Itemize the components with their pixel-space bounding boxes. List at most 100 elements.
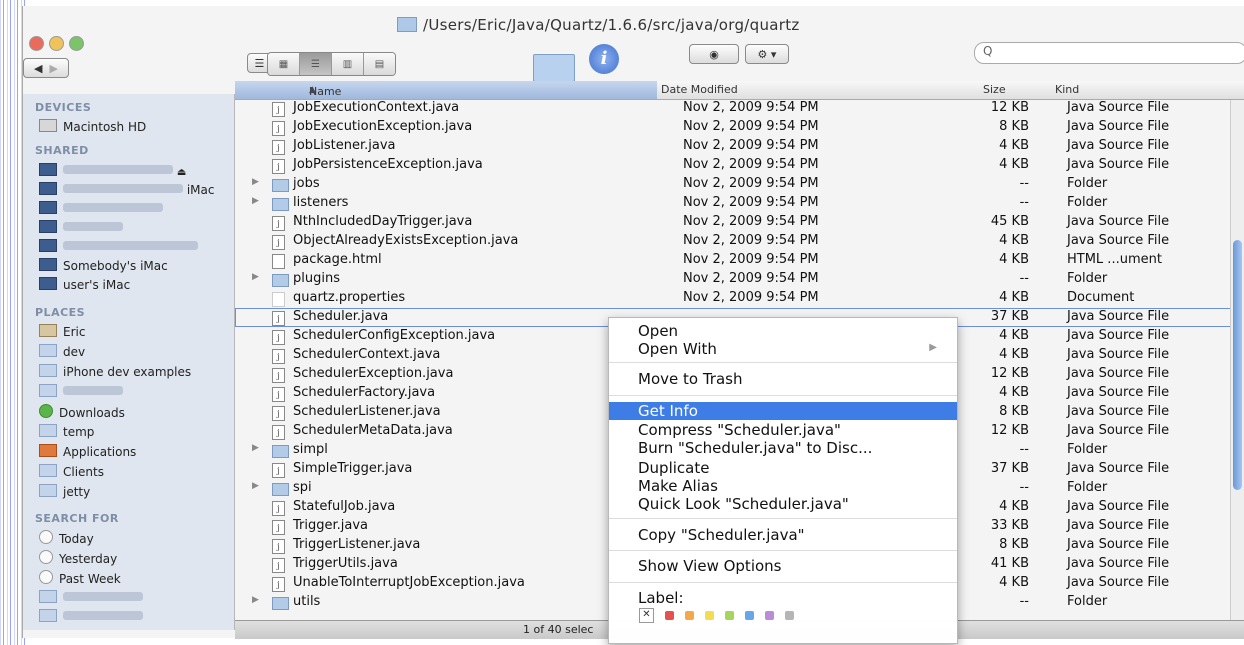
label-color-swatch[interactable] — [765, 611, 774, 620]
sidebar-item-applications[interactable]: Applications — [39, 444, 136, 459]
disclosure-triangle-icon[interactable]: ▶ — [252, 443, 259, 453]
context-menu: Open Open With ▶ Move to Trash Get Info C… — [608, 317, 958, 644]
sidebar-item-shared-3[interactable] — [39, 201, 163, 216]
menu-item-get-info[interactable]: Get Info — [609, 402, 957, 420]
file-size: 4 KB — [999, 575, 1029, 590]
search-field[interactable]: Q — [974, 42, 1244, 64]
java-file-icon: j — [272, 330, 285, 345]
menu-item-show-view-options[interactable]: Show View Options — [609, 557, 957, 575]
new-folder-icon[interactable] — [533, 54, 575, 82]
sidebar-item-macintosh-hd[interactable]: Macintosh HD — [39, 119, 146, 134]
disclosure-triangle-icon[interactable]: ▶ — [252, 481, 259, 491]
file-row[interactable]: j JobPersistenceException.java Nov 2, 2009… — [235, 156, 1244, 175]
sidebar-item-search-blurred-2[interactable] — [39, 609, 143, 624]
forward-arrow-icon[interactable]: ▶ — [50, 62, 58, 75]
file-row[interactable]: j JobExecutionContext.java Nov 2, 2009 9:5… — [235, 100, 1244, 118]
status-text: 1 of 40 selec — [523, 623, 594, 636]
column-header-kind[interactable]: Kind — [1055, 83, 1079, 96]
sidebar-item-today[interactable]: Today — [39, 530, 94, 546]
sidebar-item-blurred[interactable] — [39, 384, 123, 399]
disclosure-triangle-icon[interactable]: ▶ — [252, 177, 259, 187]
disclosure-triangle-icon[interactable]: ▶ — [252, 196, 259, 206]
file-size: 12 KB — [990, 100, 1029, 115]
file-size: 4 KB — [999, 252, 1029, 267]
file-name: ObjectAlreadyExistsException.java — [293, 233, 519, 248]
coverflow-view-icon[interactable]: ▤ — [364, 53, 395, 75]
label-color-swatch[interactable] — [785, 611, 794, 620]
menu-item-move-to-trash[interactable]: Move to Trash — [609, 370, 957, 388]
sidebar-item-temp[interactable]: temp — [39, 424, 94, 439]
column-header-size[interactable]: Size — [983, 83, 1006, 96]
sidebar-item-shared-4[interactable] — [39, 220, 123, 235]
label-color-swatch[interactable] — [725, 611, 734, 620]
file-date: Nov 2, 2009 9:54 PM — [683, 252, 819, 267]
file-row[interactable]: j JobListener.java Nov 2, 2009 9:54 PM 4 KB… — [235, 137, 1244, 156]
back-arrow-icon[interactable]: ◀ — [34, 62, 42, 75]
label-color-swatch[interactable] — [685, 611, 694, 620]
file-date: Nov 2, 2009 9:54 PM — [683, 290, 819, 305]
label-color-swatch[interactable] — [745, 611, 754, 620]
minimize-button[interactable] — [49, 36, 64, 51]
menu-item-open[interactable]: Open — [609, 322, 957, 340]
search-icon: Q — [983, 44, 993, 58]
icon-view-icon[interactable]: ▦ — [268, 53, 300, 75]
back-forward-buttons[interactable]: ◀ ▶ — [23, 58, 69, 78]
file-row[interactable]: j JobExecutionException.java Nov 2, 2009 9… — [235, 118, 1244, 137]
zoom-button[interactable] — [69, 36, 84, 51]
label-color-swatch[interactable] — [705, 611, 714, 620]
sidebar-item-yesterday[interactable]: Yesterday — [39, 550, 117, 566]
menu-item-make-alias[interactable]: Make Alias — [609, 477, 957, 495]
column-header-date[interactable]: Date Modified — [661, 83, 738, 96]
menu-item-compress[interactable]: Compress "Scheduler.java" — [609, 421, 957, 439]
sidebar-item-somebodys-imac[interactable]: Somebody's iMac — [39, 258, 168, 273]
sidebar-item-users-imac[interactable]: user's iMac — [39, 277, 130, 292]
menu-separator — [609, 518, 957, 519]
gear-action-button[interactable]: ⚙ ▾ — [745, 44, 789, 64]
vertical-scrollbar[interactable] — [1230, 100, 1244, 620]
java-file-icon: j — [272, 463, 285, 478]
sidebar-item-clients[interactable]: Clients — [39, 464, 104, 479]
sidebar-item-shared-2[interactable]: iMac — [39, 182, 214, 197]
disclosure-triangle-icon[interactable]: ▶ — [252, 595, 259, 605]
file-kind: Java Source File — [1067, 366, 1170, 381]
menu-item-quick-look[interactable]: Quick Look "Scheduler.java" — [609, 495, 957, 513]
sidebar-item-search-blurred-1[interactable] — [39, 590, 143, 605]
sidebar-item-jetty[interactable]: jetty — [39, 484, 90, 499]
menu-item-copy[interactable]: Copy "Scheduler.java" — [609, 526, 957, 544]
quick-look-button[interactable]: ◉ — [689, 44, 739, 64]
menu-item-open-with[interactable]: Open With ▶ — [609, 340, 957, 358]
file-size: -- — [1019, 442, 1029, 457]
sidebar-item-dev[interactable]: dev — [39, 344, 85, 359]
sidebar-item-shared-5[interactable] — [39, 239, 198, 254]
file-row[interactable]: quartz.properties Nov 2, 2009 9:54 PM 4 KB… — [235, 289, 1244, 308]
sidebar-item-past-week[interactable]: Past Week — [39, 570, 121, 586]
menu-item-duplicate[interactable]: Duplicate — [609, 459, 957, 477]
file-row[interactable]: j ObjectAlreadyExistsException.java Nov 2,… — [235, 232, 1244, 251]
computer-icon — [39, 277, 57, 290]
file-row[interactable]: ▶ listeners Nov 2, 2009 9:54 PM -- Folder — [235, 194, 1244, 213]
view-mode-switcher[interactable]: ▦ ☰ ▥ ▤ — [267, 52, 396, 76]
smart-folder-icon — [39, 609, 57, 622]
info-icon[interactable]: i — [589, 44, 619, 74]
close-button[interactable] — [29, 36, 44, 51]
no-label-icon[interactable]: ✕ — [639, 608, 654, 623]
file-row[interactable]: ▶ jobs Nov 2, 2009 9:54 PM -- Folder — [235, 175, 1244, 194]
sidebar-item-downloads[interactable]: Downloads — [39, 404, 125, 420]
label-color-swatch[interactable] — [665, 611, 674, 620]
list-view-icon[interactable]: ☰ — [300, 53, 332, 75]
sidebar-item-shared-1[interactable]: ⏏ — [39, 163, 186, 178]
label-color-picker: ✕ — [639, 608, 794, 623]
column-header-name[interactable]: Name ▲ — [235, 81, 657, 99]
disclosure-triangle-icon[interactable]: ▶ — [252, 272, 259, 282]
eject-icon[interactable]: ⏏ — [177, 167, 186, 178]
sidebar-item-iphone-dev-examples[interactable]: iPhone dev examples — [39, 364, 191, 379]
file-row[interactable]: ▶ plugins Nov 2, 2009 9:54 PM -- Folder — [235, 270, 1244, 289]
file-name: simpl — [293, 442, 328, 457]
sidebar-item-eric[interactable]: Eric — [39, 324, 85, 339]
file-row[interactable]: package.html Nov 2, 2009 9:54 PM 4 KB HTML … — [235, 251, 1244, 270]
column-view-icon[interactable]: ▥ — [332, 53, 364, 75]
sort-ascending-icon: ▲ — [309, 85, 316, 95]
menu-item-burn[interactable]: Burn "Scheduler.java" to Disc... — [609, 439, 957, 457]
file-row[interactable]: j NthIncludedDayTrigger.java Nov 2, 2009 9… — [235, 213, 1244, 232]
scrollbar-thumb[interactable] — [1233, 240, 1242, 490]
